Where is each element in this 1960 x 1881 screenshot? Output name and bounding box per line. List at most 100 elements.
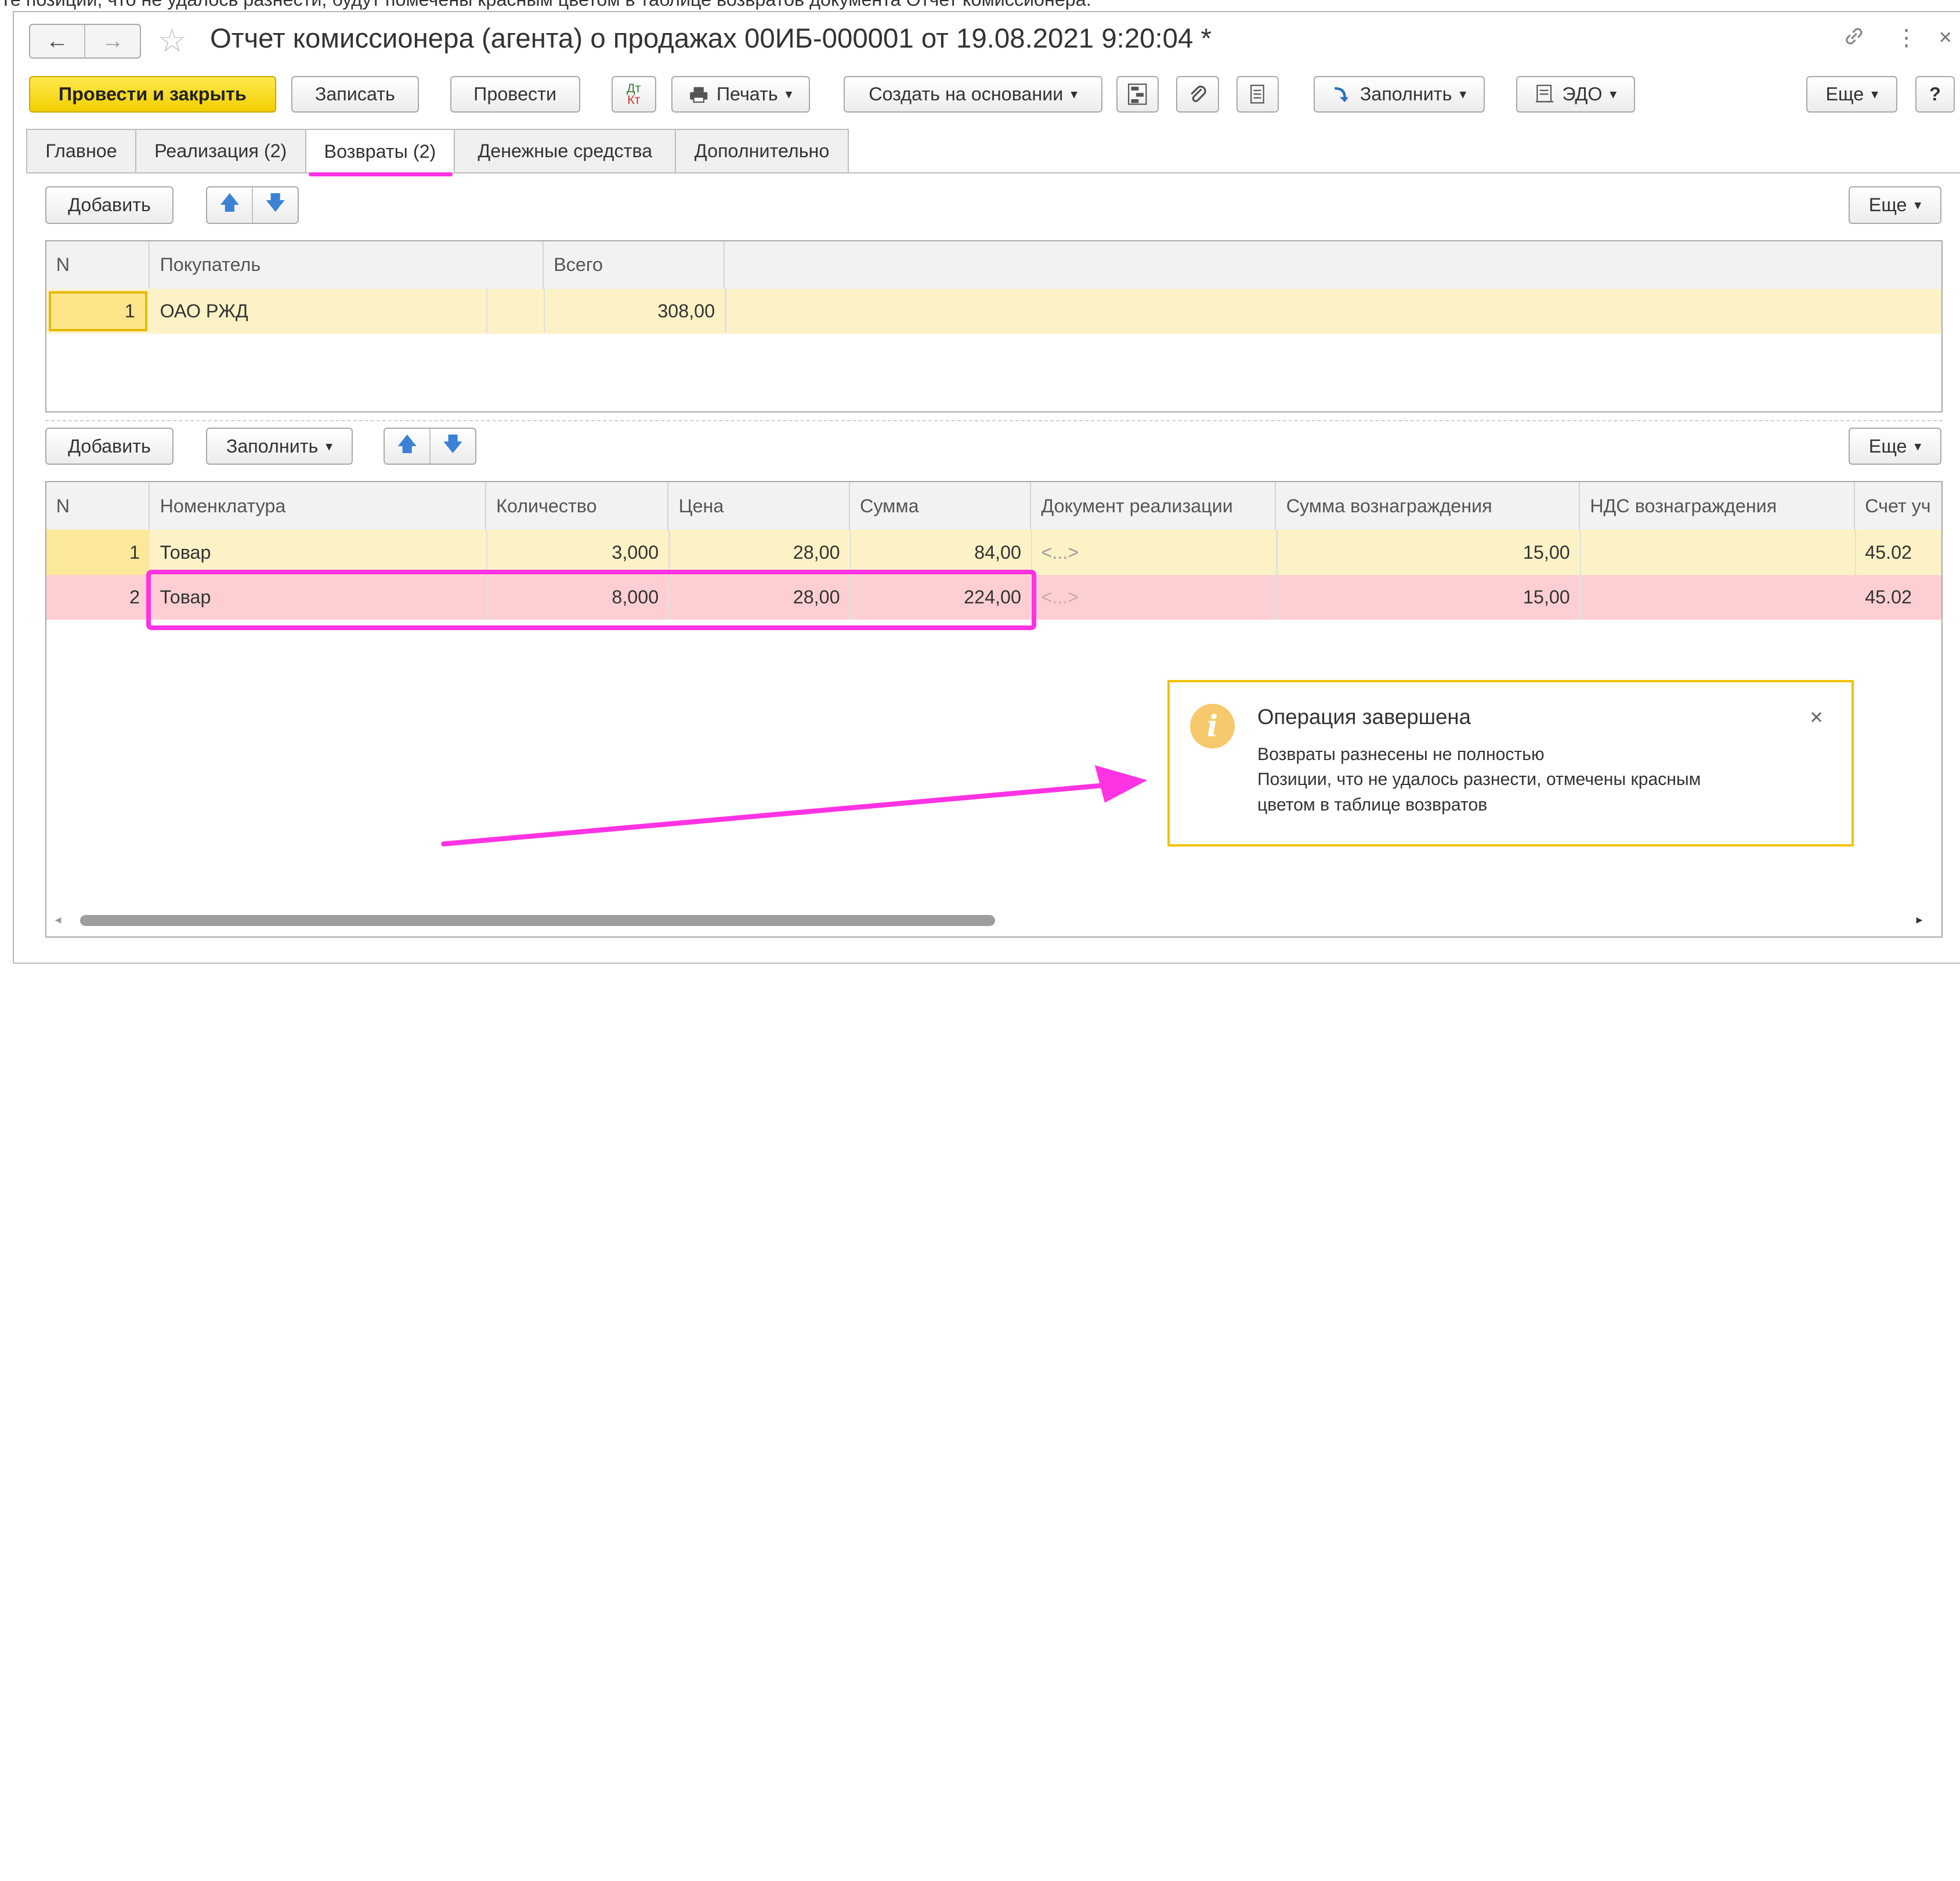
chevron-down-icon: ▾ xyxy=(1610,87,1617,103)
structure-button[interactable] xyxy=(1116,76,1159,113)
notification-message: Возвраты разнесены не полностью Позиции,… xyxy=(1257,742,1701,817)
scroll-right-icon[interactable]: ▸ xyxy=(1916,913,1923,927)
row-number[interactable]: 2 xyxy=(46,575,150,620)
move-up-icon[interactable]: 🡅 xyxy=(207,187,252,223)
items-add-button[interactable]: Добавить xyxy=(45,427,174,465)
tab-money[interactable]: Денежные средства xyxy=(454,128,677,173)
favorite-star-icon[interactable]: ☆ xyxy=(157,21,186,60)
column-header-total[interactable]: Всего xyxy=(544,241,725,289)
items-fill-button[interactable]: Заполнить ▾ xyxy=(206,427,353,465)
report-button[interactable] xyxy=(1236,76,1279,113)
tab-returns[interactable]: Возвраты (2) xyxy=(305,128,455,174)
reward-vat-cell[interactable] xyxy=(1580,530,1855,575)
account-cell[interactable]: 45.02 xyxy=(1855,575,1941,620)
items-more-button[interactable]: Еще ▾ xyxy=(1849,427,1941,465)
column-header-nomenclature[interactable]: Номенклатура xyxy=(150,482,486,530)
table-row[interactable]: 1 ОАО РЖД 308,00 xyxy=(46,288,1941,334)
hierarchy-icon xyxy=(1127,83,1147,106)
print-label: Печать xyxy=(716,84,778,105)
column-header-buyer[interactable]: Покупатель xyxy=(150,241,544,289)
fill-arrow-icon xyxy=(1332,86,1350,103)
column-header-reward-sum[interactable]: Сумма вознаграждения xyxy=(1276,482,1580,530)
column-header-n[interactable]: N xyxy=(46,241,150,289)
column-header-account[interactable]: Счет уч xyxy=(1855,482,1941,530)
cell-separator xyxy=(1579,530,1582,620)
help-button[interactable]: ? xyxy=(1915,76,1955,113)
row-number[interactable]: 1 xyxy=(46,530,150,575)
nomenclature-cell[interactable]: Товар xyxy=(150,530,486,575)
tab-main[interactable]: Главное xyxy=(26,128,136,173)
notification-popup: i Операция завершена × Возвраты разнесен… xyxy=(1167,679,1854,847)
cell-separator xyxy=(543,288,545,334)
nav-buttons: ← → xyxy=(28,23,142,59)
paperclip-icon xyxy=(1189,84,1206,104)
attach-button[interactable] xyxy=(1176,76,1219,113)
column-header-sum[interactable]: Сумма xyxy=(850,482,1032,530)
column-header-quantity[interactable]: Количество xyxy=(486,482,669,530)
column-header-reward-vat[interactable]: НДС вознаграждения xyxy=(1580,482,1855,530)
reward-sum-cell[interactable]: 15,00 xyxy=(1276,530,1580,575)
cell-separator xyxy=(1276,530,1278,620)
annotation-caption: Те позиции, что не удалось разнести, буд… xyxy=(0,0,1091,10)
close-icon[interactable]: × xyxy=(1810,705,1823,730)
save-button[interactable]: Записать xyxy=(291,76,419,113)
tab-highlight-underline xyxy=(309,172,453,176)
reward-sum-cell[interactable]: 15,00 xyxy=(1276,575,1580,620)
table-row[interactable]: 1 Товар 3,000 28,00 84,00 <...> 15,00 45… xyxy=(46,530,1941,575)
column-header-sales-document[interactable]: Документ реализации xyxy=(1031,482,1276,530)
quantity-cell[interactable]: 3,000 xyxy=(486,530,669,575)
message-line: Возвраты разнесены не полностью xyxy=(1257,745,1545,765)
reward-vat-cell[interactable] xyxy=(1580,575,1855,620)
page-title: Отчет комиссионера (агента) о продажах 0… xyxy=(209,23,1212,54)
move-up-icon[interactable]: 🡅 xyxy=(385,429,429,464)
price-cell[interactable]: 28,00 xyxy=(668,530,849,575)
more-menu-icon[interactable]: ⋮ xyxy=(1895,25,1918,51)
kt-icon: Кт xyxy=(627,92,641,107)
move-down-icon[interactable]: 🡇 xyxy=(429,428,475,464)
fill-button[interactable]: Заполнить ▾ xyxy=(1314,76,1485,113)
table-header: N Номенклатура Количество Цена Сумма Док… xyxy=(46,482,1941,531)
message-line: цветом в таблице возвратов xyxy=(1257,795,1488,815)
chevron-down-icon: ▾ xyxy=(1459,87,1467,103)
buyer-cell[interactable]: ОАО РЖД xyxy=(150,289,487,334)
scrollbar-thumb[interactable] xyxy=(79,915,995,927)
info-icon: i xyxy=(1189,703,1235,749)
edo-button[interactable]: ЭДО ▾ xyxy=(1516,76,1635,113)
link-icon[interactable] xyxy=(1843,25,1865,53)
edo-label: ЭДО xyxy=(1562,84,1603,105)
tab-sales[interactable]: Реализация (2) xyxy=(135,128,306,173)
back-arrow-icon[interactable]: ← xyxy=(30,25,85,57)
sum-cell[interactable]: 84,00 xyxy=(850,530,1031,575)
close-icon[interactable]: × xyxy=(1939,25,1952,50)
section-splitter[interactable] xyxy=(45,419,1943,421)
chevron-down-icon: ▾ xyxy=(1071,87,1078,103)
print-button[interactable]: Печать ▾ xyxy=(671,76,811,113)
tab-additional[interactable]: Дополнительно xyxy=(675,128,849,173)
column-header-n[interactable]: N xyxy=(46,482,150,530)
dt-kt-button[interactable]: Дт Кт xyxy=(611,76,657,113)
buyers-add-button[interactable]: Добавить xyxy=(45,186,174,224)
printer-icon xyxy=(689,86,708,103)
chevron-down-icon: ▾ xyxy=(1871,87,1878,103)
column-header-price[interactable]: Цена xyxy=(668,482,850,530)
forward-arrow-icon[interactable]: → xyxy=(84,24,140,57)
sales-document-cell[interactable]: <...> xyxy=(1031,575,1276,620)
sales-document-cell[interactable]: <...> xyxy=(1031,530,1276,575)
more-label: Еще xyxy=(1868,435,1907,457)
more-label: Еще xyxy=(1868,194,1907,215)
scroll-left-icon[interactable]: ◂ xyxy=(55,913,62,927)
create-based-on-button[interactable]: Создать на основании ▾ xyxy=(844,76,1103,113)
post-and-close-button[interactable]: Провести и закрыть xyxy=(28,76,277,113)
account-cell[interactable]: 45.02 xyxy=(1855,530,1941,575)
chevron-down-icon: ▾ xyxy=(1914,439,1922,454)
post-button[interactable]: Провести xyxy=(450,76,580,113)
row-number[interactable]: 1 xyxy=(48,291,148,331)
buyers-more-button[interactable]: Еще ▾ xyxy=(1849,186,1941,224)
move-down-icon[interactable]: 🡇 xyxy=(252,187,298,223)
buyers-table: N Покупатель Всего 1 ОАО РЖД 308,00 xyxy=(45,240,1943,413)
more-label: Еще xyxy=(1825,84,1864,105)
annotation-arrow-icon xyxy=(441,765,1148,847)
horizontal-scrollbar[interactable]: ◂ ▸ xyxy=(45,909,1941,934)
total-cell[interactable]: 308,00 xyxy=(544,289,725,334)
more-button[interactable]: Еще ▾ xyxy=(1806,76,1898,113)
